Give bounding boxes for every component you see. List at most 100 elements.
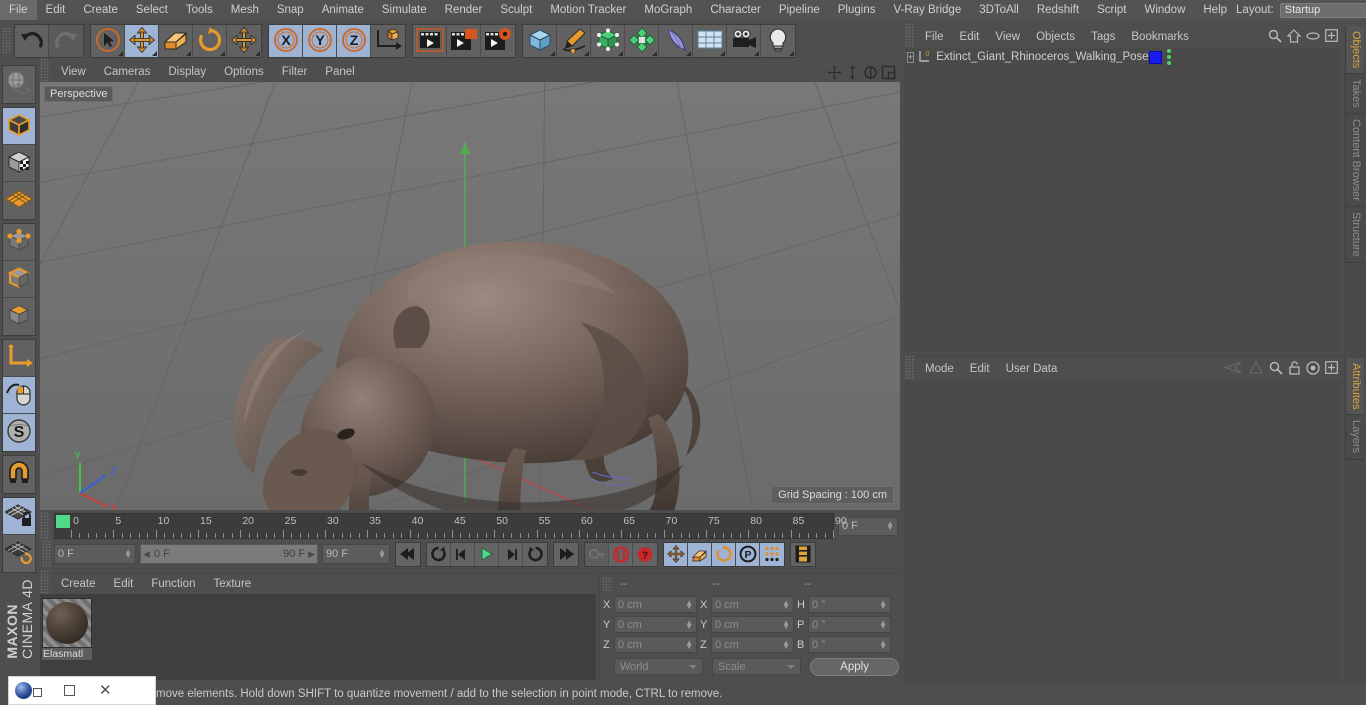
coord-input-size-x[interactable]: 0 cm ▲ ▼: [711, 596, 794, 613]
menu-v-ray-bridge[interactable]: V-Ray Bridge: [884, 0, 970, 20]
coord-spinner-pos-y-icon[interactable]: ▲ ▼: [685, 618, 693, 630]
redo-button[interactable]: [49, 25, 83, 57]
material-list[interactable]: Elasmatl: [40, 594, 596, 680]
object-menu-bookmarks[interactable]: Bookmarks: [1123, 26, 1197, 48]
search-icon[interactable]: [1268, 29, 1282, 46]
dropdown-corner-icon[interactable]: [618, 51, 623, 56]
dropdown-corner-icon[interactable]: [186, 51, 191, 56]
attribute-content[interactable]: [905, 380, 1341, 703]
maximize-viewport-icon[interactable]: [881, 65, 896, 80]
timeline-playhead[interactable]: [56, 515, 70, 528]
record-pla-button[interactable]: [760, 542, 784, 566]
menu-animate[interactable]: Animate: [313, 0, 373, 20]
object-menu-tags[interactable]: Tags: [1083, 26, 1123, 48]
attribute-menu-user-data[interactable]: User Data: [998, 358, 1066, 380]
add-deformer-button[interactable]: [625, 25, 659, 57]
model-mode-button[interactable]: [3, 108, 35, 145]
vertical-tab-structure[interactable]: Structure: [1345, 206, 1364, 263]
vertical-tab-takes[interactable]: Takes: [1345, 74, 1364, 115]
menu-edit[interactable]: Edit: [37, 0, 75, 20]
dropdown-corner-icon[interactable]: [584, 51, 589, 56]
dropdown-corner-icon[interactable]: [652, 51, 657, 56]
menu-redshift[interactable]: Redshift: [1028, 0, 1088, 20]
menu-help[interactable]: Help: [1194, 0, 1236, 20]
rotate-viewport-icon[interactable]: [863, 65, 878, 80]
go-to-start-button[interactable]: [396, 542, 420, 566]
timeline-frame-field[interactable]: 0 F ▲ ▼: [838, 516, 898, 536]
menu-motion-tracker[interactable]: Motion Tracker: [541, 0, 635, 20]
live-selection-tool[interactable]: [91, 25, 125, 57]
coord-spinner-rot-b-icon[interactable]: ▲ ▼: [879, 638, 887, 650]
object-manager-grip[interactable]: [905, 23, 915, 51]
pan-viewport-icon[interactable]: [827, 65, 842, 80]
end-frame-spinner-icon[interactable]: ▲ ▼: [378, 548, 386, 560]
perspective-viewport[interactable]: Y X Z Perspective Grid Spacing : 100 cm: [40, 82, 900, 510]
apply-button[interactable]: Apply: [810, 657, 900, 676]
menu-simulate[interactable]: Simulate: [373, 0, 436, 20]
minimize-window-icon[interactable]: [64, 685, 75, 696]
menu-select[interactable]: Select: [127, 0, 177, 20]
viewport-menu-options[interactable]: Options: [215, 62, 273, 82]
toolbar-grip[interactable]: [2, 27, 12, 55]
render-view-button[interactable]: [413, 25, 447, 57]
ellipse-icon[interactable]: [1306, 31, 1320, 44]
add-camera-button[interactable]: [727, 25, 761, 57]
dolly-viewport-icon[interactable]: [845, 65, 860, 80]
timeline-grip[interactable]: [40, 512, 50, 540]
menu-render[interactable]: Render: [436, 0, 492, 20]
menu-tools[interactable]: Tools: [177, 0, 222, 20]
timeline-ruler[interactable]: 0 5 10 15 20 25 30 35 40 45 50 55 60 65 70 75 80 85 90: [54, 513, 847, 539]
add-scene-button[interactable]: [693, 25, 727, 57]
object-menu-objects[interactable]: Objects: [1028, 26, 1083, 48]
move-tool[interactable]: [125, 25, 159, 57]
frame-spinner-icon[interactable]: ▲ ▼: [886, 520, 894, 532]
menu-character[interactable]: Character: [701, 0, 770, 20]
expand-object-icon[interactable]: +: [907, 51, 915, 63]
rhinoceros-3d-model[interactable]: [140, 172, 720, 510]
vertical-tab-attributes[interactable]: Attributes: [1345, 358, 1364, 416]
enable-axis-modification-button[interactable]: [3, 377, 35, 414]
coord-input-pos-z[interactable]: 0 cm ▲ ▼: [614, 636, 697, 653]
world-object-coordinates-button[interactable]: [371, 25, 405, 57]
lock-icon[interactable]: [1288, 360, 1301, 378]
coord-spinner-size-x-icon[interactable]: ▲ ▼: [782, 598, 790, 610]
next-key-button[interactable]: [523, 542, 547, 566]
dropdown-corner-icon[interactable]: [686, 51, 691, 56]
object-axis-button[interactable]: [3, 340, 35, 377]
coord-spinner-size-z-icon[interactable]: ▲ ▼: [782, 638, 790, 650]
material-thumbnail[interactable]: [42, 598, 92, 648]
close-window-icon[interactable]: ✕: [99, 683, 112, 698]
add-bend-button[interactable]: [659, 25, 693, 57]
play-button[interactable]: [475, 542, 499, 566]
coord-spinner-rot-h-icon[interactable]: ▲ ▼: [879, 598, 887, 610]
menu-script[interactable]: Script: [1088, 0, 1135, 20]
coord-input-pos-y[interactable]: 0 cm ▲ ▼: [614, 616, 697, 633]
record-scale-button[interactable]: [688, 542, 712, 566]
add-generator-button[interactable]: [591, 25, 625, 57]
make-editable-button[interactable]: [3, 66, 35, 103]
object-menu-view[interactable]: View: [987, 26, 1028, 48]
menu-mesh[interactable]: Mesh: [222, 0, 268, 20]
vertical-tab-objects[interactable]: Objects: [1345, 26, 1364, 75]
preview-range-bar[interactable]: ◀ 0 F 90 F ▶: [140, 544, 318, 564]
keyframe-selection-button[interactable]: ?: [633, 542, 657, 566]
record-position-button[interactable]: [664, 542, 688, 566]
menu-pipeline[interactable]: Pipeline: [770, 0, 829, 20]
record-rotation-button[interactable]: [712, 542, 736, 566]
dropdown-corner-icon[interactable]: [255, 51, 260, 56]
rotate-tool[interactable]: [193, 25, 227, 57]
dots-tag[interactable]: [1166, 49, 1171, 65]
coordinate-system-select[interactable]: World: [614, 658, 704, 675]
material-menu-create[interactable]: Create: [52, 574, 105, 594]
autokey-button[interactable]: [585, 542, 609, 566]
coord-spinner-size-y-icon[interactable]: ▲ ▼: [782, 618, 790, 630]
timeline-toggle-button[interactable]: [791, 542, 815, 566]
undo-button[interactable]: [15, 25, 49, 57]
step-forward-button[interactable]: [499, 542, 523, 566]
dropdown-corner-icon[interactable]: [220, 51, 225, 56]
home-icon[interactable]: [1286, 28, 1302, 46]
menu-create[interactable]: Create: [74, 0, 127, 20]
material-item[interactable]: Elasmatl: [42, 598, 92, 660]
dropdown-corner-icon[interactable]: [789, 51, 794, 56]
dropdown-corner-icon[interactable]: [754, 51, 759, 56]
